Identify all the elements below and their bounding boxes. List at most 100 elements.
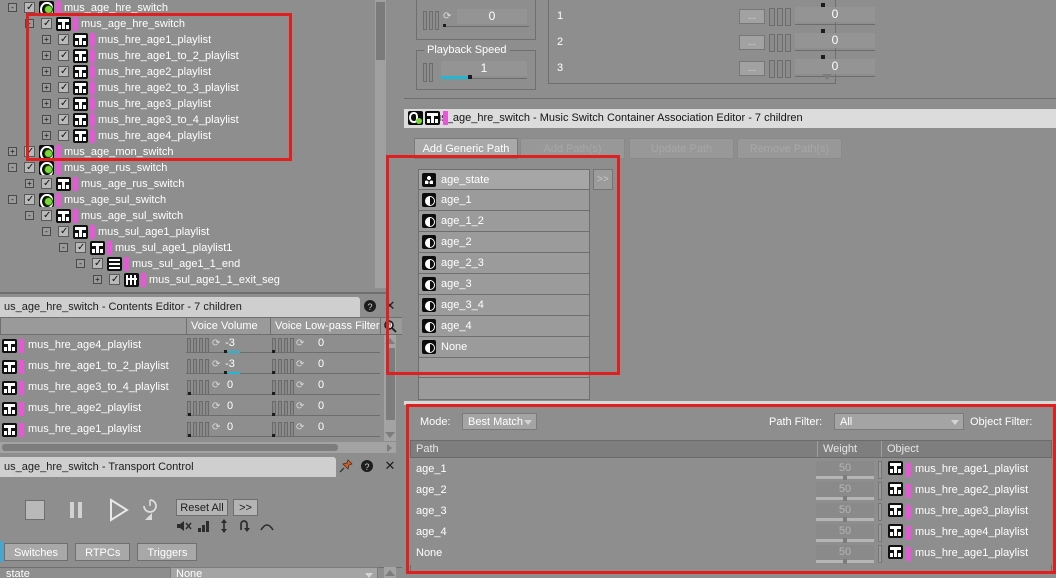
state-row[interactable]: age_2_3 (418, 253, 590, 274)
tree-expand-toggle[interactable]: - (8, 3, 17, 12)
weight-value[interactable]: 50 (816, 461, 874, 476)
transport-titlebar[interactable]: us_age_hre_switch - Transport Control (0, 457, 336, 477)
tree-row[interactable]: + mus_sul_age1_1_exit_seg (0, 272, 386, 288)
state-row[interactable]: age_3 (418, 274, 590, 295)
tree-expand-toggle[interactable]: + (42, 67, 51, 76)
pause-icon[interactable] (66, 500, 86, 520)
state-row-value-combo[interactable]: None (170, 567, 378, 578)
voice-volume-value[interactable]: 0 (190, 421, 270, 434)
assoc-button-1[interactable]: Add Path(s) (520, 138, 625, 159)
tree-expand-toggle[interactable]: + (42, 35, 51, 44)
tree-row[interactable]: - mus_age_hre_switch (0, 0, 386, 16)
path-table-row[interactable]: age_3 50 mus_hre_age3_playlist (410, 502, 1052, 523)
state-row[interactable]: age_4 (418, 316, 590, 337)
tree-scrollbar-thumb[interactable] (376, 2, 385, 60)
weight-value[interactable]: 50 (816, 524, 874, 539)
tab-switches[interactable]: Switches (4, 543, 69, 561)
tree-expand-toggle[interactable]: + (42, 131, 51, 140)
weight-value[interactable]: 50 (816, 482, 874, 497)
tree-row[interactable]: - mus_age_rus_switch (0, 160, 386, 176)
tree-expand-toggle[interactable]: - (8, 163, 17, 172)
state-column-empty-row[interactable] (418, 358, 590, 378)
tree-checkbox[interactable] (58, 96, 69, 112)
weight-slider-handle[interactable] (843, 538, 847, 543)
col-weight[interactable]: Weight (817, 441, 877, 457)
property-value[interactable]: 0 (795, 33, 875, 48)
state-group-row[interactable]: age_state (418, 169, 590, 190)
assoc-button-3[interactable]: Remove Path(s) (737, 138, 842, 159)
tree-row[interactable]: - mus_sul_age1_playlist (0, 224, 386, 240)
high-pass-filter-value[interactable]: 0 (457, 9, 527, 24)
path-table-row[interactable]: age_4 50 mus_hre_age4_playlist (410, 523, 1052, 544)
tree-row[interactable]: + mus_hre_age4_playlist (0, 128, 386, 144)
close-icon[interactable]: ✕ (383, 459, 397, 473)
tree-expand-toggle[interactable]: + (25, 179, 34, 188)
tree-row[interactable]: - mus_sul_age1_1_end (0, 256, 386, 272)
tree-expand-toggle[interactable]: + (93, 275, 102, 284)
mode-combo[interactable]: Best Match (462, 413, 537, 430)
browse-button[interactable]: ... (739, 61, 765, 76)
stop-icon[interactable] (25, 500, 45, 520)
weight-slider-handle[interactable] (843, 559, 847, 564)
tree-expand-toggle[interactable]: - (25, 19, 34, 28)
col-voice-lowpass[interactable]: Voice Low-pass Filter (270, 318, 380, 335)
tree-checkbox[interactable] (58, 48, 69, 64)
tree-checkbox[interactable] (58, 32, 69, 48)
mute-icon[interactable] (176, 519, 194, 536)
tree-row[interactable]: + mus_hre_age2_to_3_playlist (0, 80, 386, 96)
property-value[interactable]: 0 (795, 7, 875, 22)
contents-vscrollbar[interactable] (384, 335, 396, 441)
delay-icon[interactable] (141, 498, 163, 522)
tree-checkbox[interactable] (58, 224, 69, 240)
voice-lowpass-value[interactable]: 0 (276, 400, 366, 413)
contents-editor-titlebar[interactable]: us_age_hre_switch - Contents Editor - 7 … (0, 297, 360, 317)
transport-state-scrollbar[interactable] (384, 567, 396, 578)
close-icon[interactable]: ✕ (383, 299, 397, 313)
contents-row[interactable]: mus_hre_age4_playlist ⟳ -3 ⟳ 0 (0, 336, 402, 357)
path-filter-combo[interactable]: All (834, 413, 964, 430)
tree-row[interactable]: - mus_age_hre_switch (0, 16, 386, 32)
tree-expand-toggle[interactable]: + (42, 99, 51, 108)
browse-button[interactable]: ... (739, 35, 765, 50)
path-table-row[interactable]: age_1 50 mus_hre_age1_playlist (410, 460, 1052, 481)
tree-checkbox[interactable] (41, 176, 52, 192)
help-icon[interactable]: ? (360, 459, 374, 473)
tree-checkbox[interactable] (58, 112, 69, 128)
tree-checkbox[interactable] (58, 128, 69, 144)
tree-expand-toggle[interactable]: - (76, 259, 85, 268)
voice-volume-value[interactable]: 0 (190, 400, 270, 413)
voice-lowpass-value[interactable]: 0 (276, 358, 366, 371)
voice-volume-value[interactable]: -3 (190, 337, 270, 350)
tree-checkbox[interactable] (58, 80, 69, 96)
tree-row[interactable]: + mus_hre_age2_playlist (0, 64, 386, 80)
pin-icon[interactable] (339, 459, 353, 473)
voice-lowpass-value[interactable]: 0 (276, 379, 366, 392)
tree-expand-toggle[interactable]: - (42, 227, 51, 236)
state-row[interactable]: age_1 (418, 190, 590, 211)
tree-checkbox[interactable] (24, 144, 35, 160)
contents-row[interactable]: mus_hre_age1_to_2_playlist ⟳ -3 ⟳ 0 (0, 357, 402, 378)
tree-checkbox[interactable] (92, 256, 103, 272)
property-value[interactable]: 0 (795, 59, 875, 74)
voice-volume-value[interactable]: -3 (190, 358, 270, 371)
assoc-button-2[interactable]: Update Path (629, 138, 734, 159)
tree-checkbox[interactable] (24, 0, 35, 16)
voice-volume-value[interactable]: 0 (190, 379, 270, 392)
property-list-row[interactable]: 3... 0 (549, 55, 875, 83)
tree-row[interactable]: + mus_age_mon_switch (0, 144, 386, 160)
reset-icon[interactable]: ⟳ (443, 11, 455, 23)
play-icon[interactable] (107, 498, 131, 522)
path-table-row[interactable]: age_2 50 mus_hre_age2_playlist (410, 481, 1052, 502)
voice-lowpass-value[interactable]: 0 (276, 421, 366, 434)
project-explorer-tree[interactable]: - mus_age_hre_switch - mus_age_hre_switch + m… (0, 0, 386, 295)
tree-row[interactable]: - mus_age_sul_switch (0, 192, 386, 208)
tree-checkbox[interactable] (24, 160, 35, 176)
tree-expand-toggle[interactable]: - (25, 211, 34, 220)
reset-all-button[interactable]: Reset All (176, 499, 228, 516)
tree-expand-toggle[interactable]: - (59, 243, 68, 252)
expand-paths-button[interactable]: >> (593, 169, 613, 190)
tree-expand-toggle[interactable]: + (42, 115, 51, 124)
loop-icon[interactable] (239, 519, 257, 536)
weight-value[interactable]: 50 (816, 503, 874, 518)
col-path[interactable]: Path (411, 441, 817, 457)
